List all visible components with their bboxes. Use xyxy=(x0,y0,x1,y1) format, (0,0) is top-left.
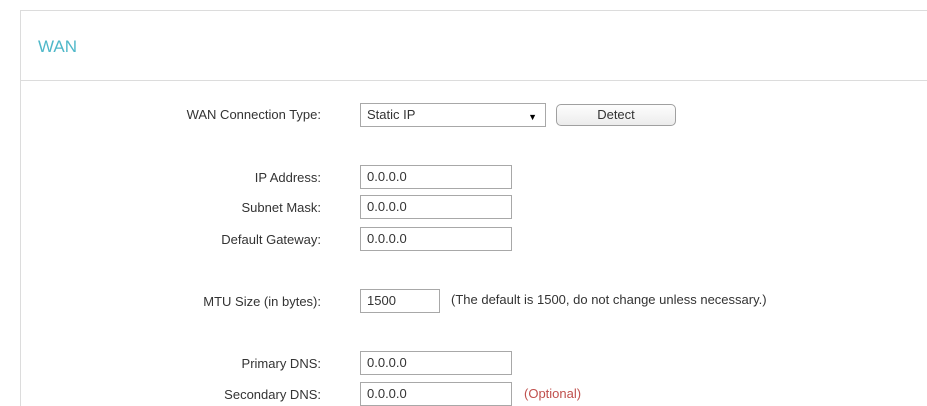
wan-connection-type-label: WAN Connection Type: xyxy=(186,107,321,122)
mtu-size-input[interactable]: 1500 xyxy=(360,289,440,313)
default-gateway-input[interactable]: 0.0.0.0 xyxy=(360,227,512,251)
secondary-dns-input[interactable]: 0.0.0.0 xyxy=(360,382,512,406)
primary-dns-input[interactable]: 0.0.0.0 xyxy=(360,351,512,375)
secondary-dns-label: Secondary DNS: xyxy=(224,387,321,402)
ip-address-input[interactable]: 0.0.0.0 xyxy=(360,165,512,189)
wan-connection-type-value: Static IP xyxy=(367,107,416,122)
wan-connection-type-select[interactable]: Static IP ▼ xyxy=(360,103,546,127)
panel-title: WAN xyxy=(38,37,78,56)
dropdown-arrow-icon: ▼ xyxy=(528,112,537,122)
default-gateway-label: Default Gateway: xyxy=(221,232,321,247)
title-divider xyxy=(21,80,927,81)
mtu-size-label: MTU Size (in bytes): xyxy=(203,294,321,309)
ip-address-label: IP Address: xyxy=(254,170,321,185)
subnet-mask-label: Subnet Mask: xyxy=(241,200,322,215)
mtu-note: (The default is 1500, do not change unle… xyxy=(451,292,767,307)
primary-dns-label: Primary DNS: xyxy=(241,356,321,371)
subnet-mask-input[interactable]: 0.0.0.0 xyxy=(360,195,512,219)
detect-button[interactable]: Detect xyxy=(556,104,676,126)
optional-note: (Optional) xyxy=(524,386,582,401)
